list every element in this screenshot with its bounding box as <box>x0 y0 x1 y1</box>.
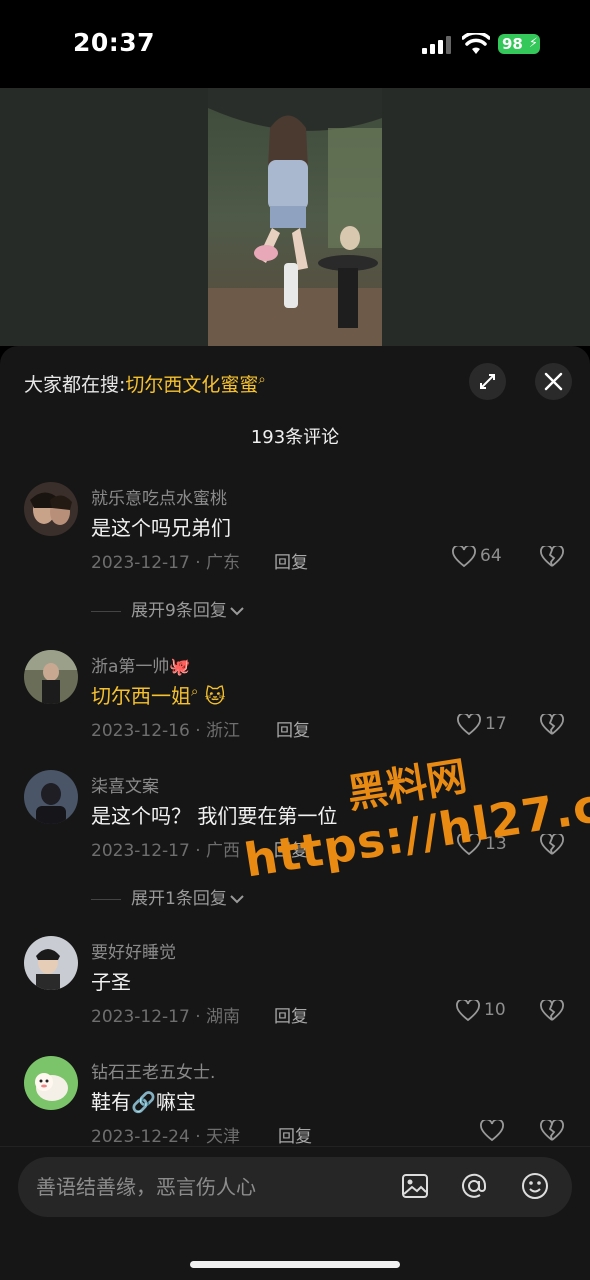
reply-button[interactable]: 回复 <box>274 836 308 861</box>
comment-count: 193条评论 <box>250 427 340 448</box>
comment-date-location: 2023-12-17 · 广东 <box>91 553 241 573</box>
broken-heart-icon[interactable] <box>540 1000 564 1022</box>
search-suggestion[interactable]: 大家都在搜:切尔西文化蜜蜜⌕ <box>24 370 266 397</box>
comment-date-location: 2023-12-17 · 湖南 <box>91 1007 241 1027</box>
battery-indicator: 98 ⚡ <box>498 34 540 54</box>
comment-text: 鞋有🔗嘛宝 <box>91 1090 196 1114</box>
video-thumbnail <box>208 88 382 346</box>
reply-button[interactable]: 回复 <box>274 1002 308 1027</box>
divider-line <box>91 610 121 612</box>
comment-text-link[interactable]: 切尔西一姐 <box>91 684 191 708</box>
avatar[interactable] <box>24 650 78 704</box>
close-button[interactable] <box>535 363 572 400</box>
comment-text: 切尔西一姐⌕ 🐱 <box>91 680 226 709</box>
home-indicator[interactable] <box>190 1261 400 1268</box>
search-suggestion-keyword[interactable]: 切尔西文化蜜蜜 <box>125 374 258 396</box>
expand-icon <box>480 374 495 389</box>
status-time: 20:37 <box>73 28 156 57</box>
heart-icon <box>480 1120 504 1142</box>
comment-text: 是这个吗兄弟们 <box>91 516 231 540</box>
search-icon: ⌕ <box>191 684 199 700</box>
mention-icon[interactable] <box>459 1171 489 1201</box>
heart-icon <box>452 546 476 568</box>
avatar[interactable] <box>24 770 78 824</box>
comment-username[interactable]: 就乐意吃点水蜜桃 <box>91 484 227 509</box>
comment-username[interactable]: 浙a第一帅🐙 <box>91 652 191 677</box>
comment-date-location: 2023-12-16 · 浙江 <box>91 721 241 741</box>
heart-icon <box>456 1000 480 1022</box>
avatar[interactable] <box>24 482 78 536</box>
like-count: 17 <box>485 714 507 734</box>
comment-date-location: 2023-12-17 · 广西 <box>91 841 241 861</box>
heart-icon <box>457 834 481 856</box>
comment-input[interactable] <box>36 1171 376 1203</box>
avatar[interactable] <box>24 936 78 990</box>
expand-replies-button[interactable]: 展开1条回复 <box>91 884 245 909</box>
expand-button[interactable] <box>469 363 506 400</box>
like-count: 64 <box>480 546 502 566</box>
charging-bolt-icon: ⚡ <box>528 36 538 51</box>
battery-level: 98 <box>502 35 523 53</box>
expand-replies-label: 展开1条回复 <box>131 889 227 909</box>
like-count: 10 <box>484 1000 506 1020</box>
status-bar: 20:37 98 ⚡ <box>0 0 590 88</box>
like-count: 13 <box>485 834 507 854</box>
video-player[interactable] <box>0 88 590 346</box>
comment-date-location: 2023-12-24 · 天津 <box>91 1127 241 1147</box>
search-suggestion-prefix: 大家都在搜: <box>24 374 126 396</box>
search-icon: ⌕ <box>258 372 266 388</box>
expand-replies-label: 展开9条回复 <box>131 601 227 621</box>
comment-text: 是这个吗？ 我们要在第一位 <box>91 804 338 828</box>
reply-button[interactable]: 回复 <box>278 1122 312 1147</box>
chevron-down-icon <box>230 607 244 616</box>
comment-username[interactable]: 柒喜文案 <box>91 772 159 797</box>
avatar[interactable] <box>24 1056 78 1110</box>
cellular-signal-icon <box>422 36 451 54</box>
heart-icon <box>457 714 481 736</box>
broken-heart-icon[interactable] <box>540 546 564 568</box>
cat-emoji: 🐱 <box>204 684 226 708</box>
broken-heart-icon[interactable] <box>540 834 564 856</box>
image-icon[interactable] <box>400 1171 430 1201</box>
divider-line <box>91 898 121 900</box>
emoji-icon[interactable] <box>520 1171 550 1201</box>
expand-replies-button[interactable]: 展开9条回复 <box>91 596 245 621</box>
reply-button[interactable]: 回复 <box>274 548 308 573</box>
comments-sheet: 大家都在搜:切尔西文化蜜蜜⌕ 193条评论 就乐意吃点水蜜桃 是这个吗兄弟们 2… <box>0 346 590 1280</box>
close-icon <box>544 372 563 391</box>
comment-input-bar <box>0 1146 590 1280</box>
comment-text: 子圣 <box>91 970 131 994</box>
chevron-down-icon <box>230 895 244 904</box>
wifi-icon <box>462 33 490 54</box>
comment-username[interactable]: 要好好睡觉 <box>91 938 176 963</box>
comment-input-container[interactable] <box>18 1157 572 1217</box>
reply-button[interactable]: 回复 <box>276 716 310 741</box>
comment-username[interactable]: 钻石王老五女士. <box>91 1058 215 1083</box>
broken-heart-icon[interactable] <box>540 1120 564 1142</box>
broken-heart-icon[interactable] <box>540 714 564 736</box>
